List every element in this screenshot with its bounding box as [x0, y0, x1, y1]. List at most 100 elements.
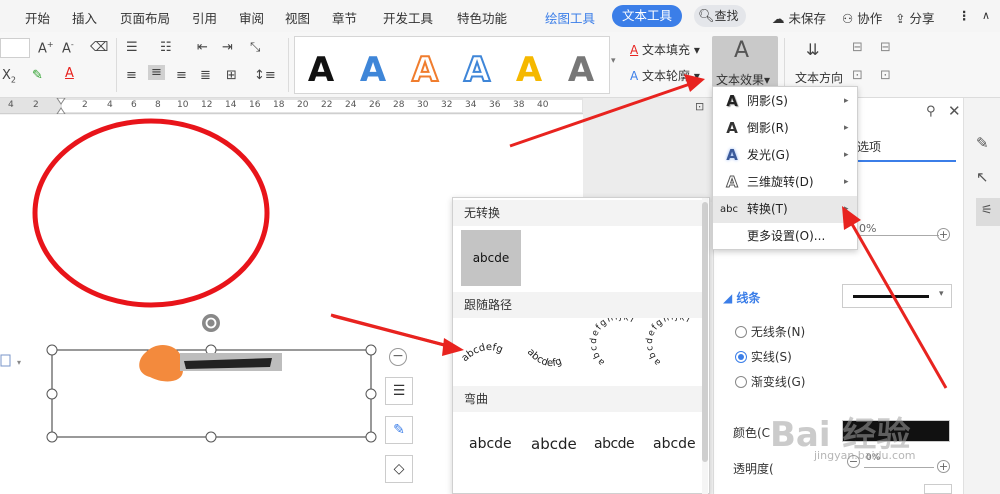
- justify-icon[interactable]: ≣: [200, 68, 211, 83]
- line-spacing-icon[interactable]: ↕≡: [254, 68, 276, 83]
- arc-up-option[interactable]: abcdefg: [460, 342, 505, 364]
- line-section-header[interactable]: ◢ 线条: [723, 289, 760, 306]
- warp-option-2[interactable]: abcde: [531, 435, 577, 453]
- text-box-icon[interactable]: ⊡: [852, 68, 863, 83]
- tab-insert[interactable]: 插入: [72, 8, 97, 27]
- bullet-list-icon[interactable]: ☰: [126, 40, 138, 55]
- distribute-icon[interactable]: ⊞: [226, 68, 237, 83]
- indent-marker-icon[interactable]: [56, 98, 66, 114]
- view-toggle-icon[interactable]: ⊡: [695, 100, 704, 113]
- unsaved-button[interactable]: ☁ 未保存: [772, 8, 826, 27]
- brush-icon[interactable]: ✎: [385, 416, 413, 444]
- text-direction-icon[interactable]: ⇊: [806, 40, 819, 59]
- no-line-radio[interactable]: 无线条(N): [735, 323, 805, 340]
- tab-view[interactable]: 视图: [285, 8, 310, 27]
- text-effect-icon: A: [734, 38, 750, 63]
- word-art-style-orange-outline[interactable]: A: [399, 43, 451, 97]
- decrease-indent-icon[interactable]: ⇤: [197, 40, 208, 55]
- warp-option-1[interactable]: abcde: [469, 436, 512, 452]
- tab-page-layout[interactable]: 页面布局: [120, 8, 170, 27]
- word-art-style-black[interactable]: A: [295, 43, 347, 97]
- word-art-style-blue-outline[interactable]: A: [451, 43, 503, 97]
- rotate-handle-icon[interactable]: [202, 314, 220, 332]
- share-button[interactable]: ⇪ 分享: [895, 8, 934, 27]
- no-transform-option[interactable]: abcde: [461, 230, 521, 286]
- grow-font-icon[interactable]: A+: [38, 40, 54, 56]
- tab-references[interactable]: 引用: [192, 8, 217, 27]
- text-box-icon-2[interactable]: ⊡: [880, 68, 891, 83]
- text-direction-button[interactable]: 文本方向: [795, 69, 843, 86]
- ruler-number: 4: [107, 100, 113, 110]
- subscript-icon[interactable]: X2: [2, 68, 16, 85]
- red-ellipse-shape[interactable]: [32, 118, 270, 308]
- 3d-rotation-icon: A: [726, 173, 739, 192]
- svg-text:abcdefg: abcdefg: [460, 342, 505, 364]
- align-center-icon[interactable]: ≡: [148, 65, 165, 80]
- more-icon[interactable]: ⋮: [958, 8, 971, 23]
- pen-icon[interactable]: ✎: [976, 134, 989, 152]
- layout-options-icon[interactable]: ☰: [385, 377, 413, 405]
- tab-home[interactable]: 开始: [25, 8, 50, 27]
- cursor-icon[interactable]: ↖: [976, 168, 989, 186]
- gradient-line-radio[interactable]: 渐变线(G): [735, 373, 806, 390]
- collapse-icon[interactable]: ∧: [982, 9, 990, 22]
- button-option[interactable]: abcdefghijkl: [645, 318, 693, 367]
- adjust-icon[interactable]: ⚟: [976, 198, 1000, 226]
- word-art-style-gray[interactable]: A: [555, 43, 607, 97]
- menu-item-3d-rotation[interactable]: A 三维旋转(D) ▸: [713, 169, 857, 196]
- text-direction-small-icon[interactable]: ⤡: [250, 40, 260, 55]
- percent-slider[interactable]: [859, 235, 939, 236]
- horizontal-ruler: 4 2 2 4 6 8 10 12 14 16 18 20 22 24 26 2…: [0, 98, 583, 114]
- find-button[interactable]: 🔍︎查找: [694, 5, 746, 27]
- warp-option-4[interactable]: abcde: [653, 436, 696, 452]
- tab-drawing-tools[interactable]: 绘图工具: [545, 8, 595, 27]
- menu-item-transform[interactable]: abc 转换(T) ▸: [713, 196, 857, 223]
- word-art-style-yellow[interactable]: A: [503, 43, 555, 97]
- text-fill-button[interactable]: A 文本填充 ▾: [630, 41, 700, 58]
- collaborate-button[interactable]: ⚇ 协作: [842, 8, 882, 27]
- word-art-style-blue[interactable]: A: [347, 43, 399, 97]
- increase-icon[interactable]: +: [937, 228, 950, 241]
- menu-item-reflection[interactable]: A 倒影(R) ▸: [713, 115, 857, 142]
- menu-item-more-settings[interactable]: 更多设置(O)...: [713, 223, 857, 250]
- align-left-icon[interactable]: ≡: [126, 68, 137, 83]
- transparency-slider[interactable]: [864, 467, 934, 468]
- arc-down-option[interactable]: abcdefg: [525, 347, 564, 369]
- ruler-number: 12: [201, 100, 213, 110]
- zoom-out-icon[interactable]: −: [389, 348, 407, 366]
- text-outline-button[interactable]: A 文本轮廓 ▾: [630, 67, 700, 84]
- text-effect-menu: A 阴影(S) ▸ A 倒影(R) ▸ A 发光(G) ▸ A 三维旋转(D) ▸ ab…: [712, 86, 858, 250]
- line-style-select[interactable]: ▾: [842, 284, 952, 308]
- font-color-icon[interactable]: A: [65, 66, 74, 81]
- gallery-scrollbar[interactable]: [702, 198, 708, 494]
- page-layout-icon[interactable]: ▾: [0, 354, 21, 367]
- tab-chapter[interactable]: 章节: [332, 8, 357, 27]
- shrink-font-icon[interactable]: A-: [62, 40, 74, 56]
- tab-text-tools[interactable]: 文本工具: [612, 5, 682, 27]
- options-tab[interactable]: 选项: [857, 138, 881, 155]
- align-text-icon[interactable]: ⊟: [852, 40, 863, 55]
- transparency-input[interactable]: [924, 484, 952, 494]
- pin-icon[interactable]: ⚲: [926, 104, 936, 119]
- menu-item-glow[interactable]: A 发光(G) ▸: [713, 142, 857, 169]
- solid-line-radio[interactable]: 实线(S): [735, 348, 792, 365]
- numbered-list-icon[interactable]: ☷: [160, 40, 172, 55]
- fill-bucket-icon[interactable]: ◇: [385, 455, 413, 483]
- ruler-number: 30: [417, 100, 429, 110]
- circle-option[interactable]: abcdefghijkl: [589, 318, 637, 367]
- increase-indent-icon[interactable]: ⇥: [222, 40, 233, 55]
- tab-review[interactable]: 审阅: [239, 8, 264, 27]
- align-text-icon-2[interactable]: ⊟: [880, 40, 891, 55]
- ribbon-divider: [116, 38, 117, 92]
- highlight-icon[interactable]: ✎: [32, 68, 43, 83]
- tab-special-features[interactable]: 特色功能: [457, 8, 507, 27]
- gallery-expand-icon[interactable]: ▾: [611, 56, 616, 66]
- menu-item-shadow[interactable]: A 阴影(S) ▸: [713, 88, 857, 115]
- eraser-icon[interactable]: ⌫: [90, 40, 108, 55]
- submenu-arrow-icon: ▸: [844, 204, 849, 214]
- close-icon[interactable]: ✕: [948, 102, 961, 120]
- align-right-icon[interactable]: ≡: [176, 68, 187, 83]
- tab-developer[interactable]: 开发工具: [383, 8, 433, 27]
- warp-option-3[interactable]: abcde: [594, 436, 635, 452]
- font-size-field[interactable]: [0, 38, 30, 58]
